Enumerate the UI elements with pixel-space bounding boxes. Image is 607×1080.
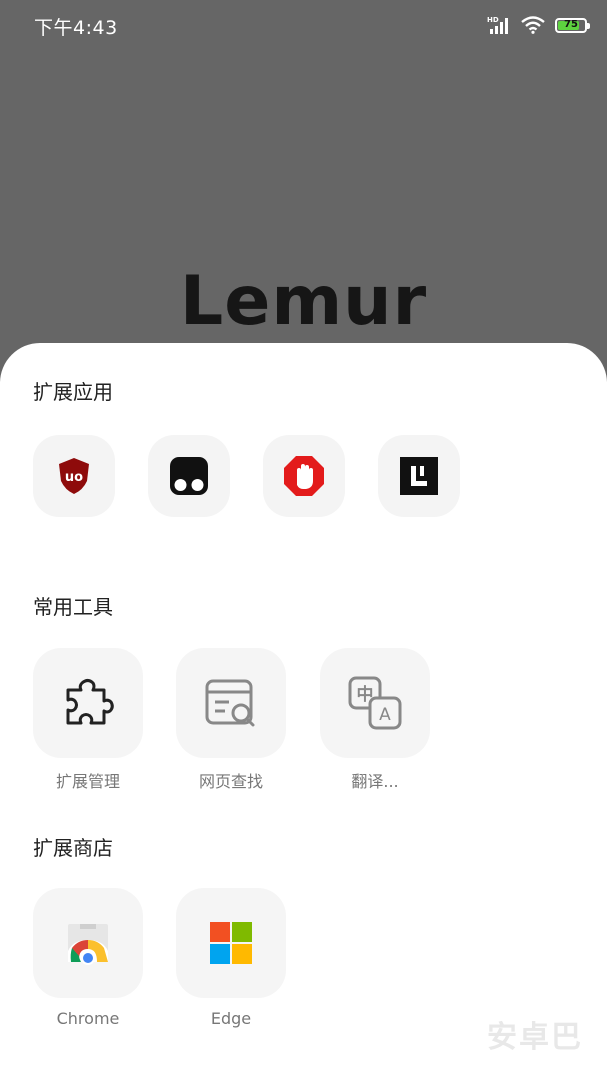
battery-level: 75: [564, 18, 578, 30]
status-time: 下午4:43: [34, 17, 118, 39]
lemur-extension-icon: [400, 457, 438, 495]
tampermonkey-button[interactable]: [148, 435, 230, 517]
tampermonkey-icon: [170, 457, 208, 495]
puzzle-icon: [66, 679, 114, 725]
status-icons: HD 75: [487, 14, 590, 36]
lemur-extension-button[interactable]: [378, 435, 460, 517]
svg-text:A: A: [379, 705, 391, 725]
chrome-webstore-icon: [68, 924, 108, 965]
battery-icon: 75: [555, 17, 590, 33]
tool-label-translate: 翻译...: [351, 772, 399, 791]
watermark-text: 安卓巴: [487, 1020, 583, 1055]
svg-text:HD: HD: [487, 16, 499, 24]
ublock-origin-icon: uo: [59, 458, 89, 494]
wifi-icon: [521, 16, 545, 34]
ublock-origin-button[interactable]: uo: [33, 435, 115, 517]
status-bar: 下午4:43 HD 75: [0, 0, 607, 50]
tool-translate[interactable]: 中 A: [320, 648, 430, 758]
store-chrome[interactable]: [33, 888, 143, 998]
extension-bottom-sheet: 扩展应用 uo 常用工具 扩展管理 网页查找 中 A 翻译... 扩展商店 Ch…: [0, 343, 607, 1080]
adblock-button[interactable]: [263, 435, 345, 517]
tool-extension-manager[interactable]: [33, 648, 143, 758]
translate-icon: 中 A: [348, 676, 402, 730]
store-label-chrome: Chrome: [56, 1009, 120, 1028]
tool-label-page-search: 网页查找: [198, 772, 263, 791]
app-logo: Lemur: [179, 262, 428, 341]
section-title-store: 扩展商店: [33, 836, 113, 860]
store-label-edge: Edge: [210, 1009, 252, 1028]
adblock-icon: [284, 456, 324, 496]
svg-text:uo: uo: [65, 470, 83, 485]
edge-store-icon: [210, 922, 252, 964]
store-edge[interactable]: [176, 888, 286, 998]
section-title-tools: 常用工具: [33, 595, 113, 619]
tool-page-search[interactable]: [176, 648, 286, 758]
tool-label-extension-manager: 扩展管理: [55, 772, 120, 791]
section-title-extensions: 扩展应用: [33, 380, 113, 404]
signal-icon: HD: [487, 16, 508, 34]
page-search-icon: [205, 679, 255, 727]
